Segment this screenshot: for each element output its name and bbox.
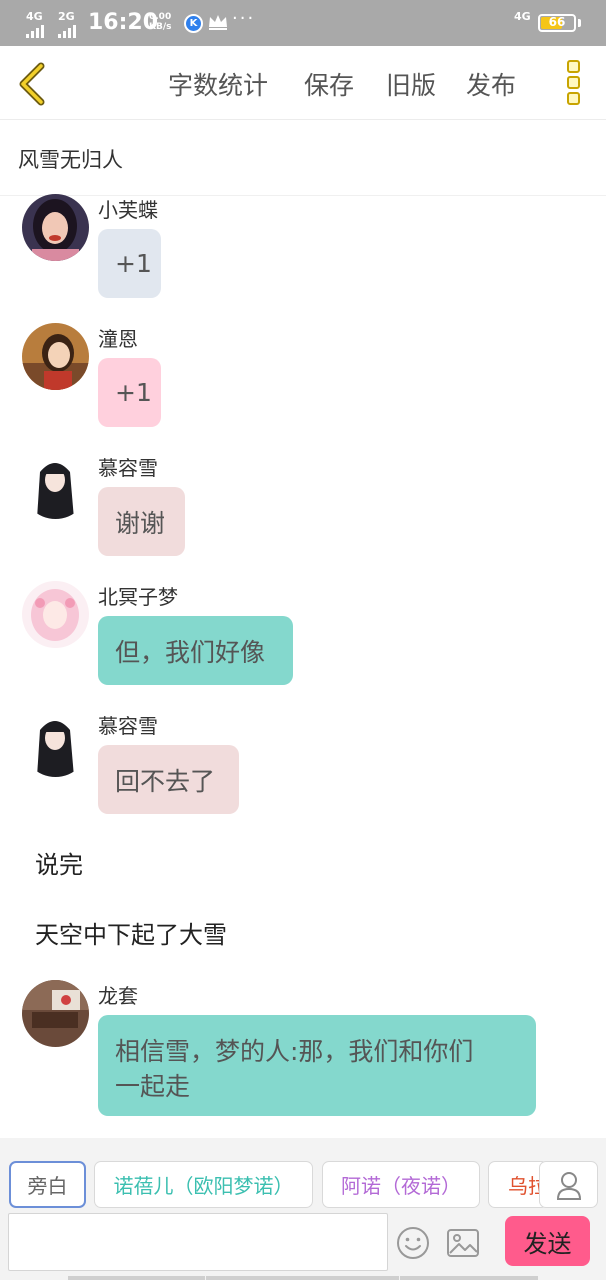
story-title[interactable]: 风雪无归人 xyxy=(18,144,123,174)
narration-text[interactable]: 天空中下起了大雪 xyxy=(35,915,227,950)
avatar[interactable] xyxy=(22,710,89,777)
editor-toolbar: 字数统计 保存 旧版 发布 xyxy=(0,46,606,120)
speaker-name: 潼恩 xyxy=(98,327,138,351)
role-chip-narrator[interactable]: 旁白 xyxy=(9,1161,86,1208)
avatar[interactable] xyxy=(22,980,89,1047)
k-app-icon: K xyxy=(184,14,203,33)
avatar[interactable] xyxy=(22,581,89,648)
more-menu-icon[interactable] xyxy=(562,60,584,108)
divider xyxy=(0,195,606,196)
nav-hint-bar xyxy=(206,1276,399,1280)
speaker-name: 慕容雪 xyxy=(98,714,158,738)
crown-icon xyxy=(209,15,227,30)
speaker-name: 北冥子梦 xyxy=(98,585,178,609)
message-bubble[interactable]: +1 xyxy=(98,229,161,298)
message-bubble[interactable]: 但，我们好像 xyxy=(98,616,293,685)
save-button[interactable]: 保存 xyxy=(304,66,354,102)
speaker-name: 小芙蝶 xyxy=(98,198,158,222)
role-chip-ano[interactable]: 阿诺（夜诺） xyxy=(322,1161,480,1208)
speed-unit: KB/s xyxy=(149,22,172,32)
message-bubble[interactable]: 回不去了 xyxy=(98,745,239,814)
avatar[interactable] xyxy=(22,452,89,519)
battery-percent: 66 xyxy=(548,15,566,29)
status-bar: 4G 2G 16:20 0.00 KB/s K ··· 4G 66 xyxy=(0,0,606,46)
image-icon[interactable] xyxy=(446,1228,480,1258)
clock: 16:20 xyxy=(88,10,159,35)
word-count-button[interactable]: 字数统计 xyxy=(168,66,268,102)
narration-text[interactable]: 说完 xyxy=(35,845,83,880)
speaker-name: 龙套 xyxy=(98,984,138,1008)
signal-type-right: 4G xyxy=(514,10,531,23)
avatar[interactable] xyxy=(22,194,89,261)
speaker-name: 慕容雪 xyxy=(98,456,158,480)
person-icon[interactable] xyxy=(539,1161,598,1208)
signal-icon xyxy=(26,22,44,38)
message-input[interactable] xyxy=(8,1213,388,1271)
role-chip-noberl[interactable]: 诺蓓儿（欧阳梦诺） xyxy=(94,1161,313,1208)
battery-icon: 66 xyxy=(538,14,576,32)
message-bubble[interactable]: +1 xyxy=(98,358,161,427)
old-version-button[interactable]: 旧版 xyxy=(386,66,436,102)
avatar[interactable] xyxy=(22,323,89,390)
more-notifications-icon: ··· xyxy=(232,8,256,29)
message-line: 一起走 xyxy=(115,1072,191,1101)
message-bubble[interactable]: 谢谢 xyxy=(98,487,185,556)
message-line: 相信雪，梦的人:那，我们和你们 xyxy=(115,1037,474,1066)
battery-tip xyxy=(578,19,581,27)
speed-value: 0.00 xyxy=(149,12,172,22)
nav-hint-bar xyxy=(68,1276,205,1280)
network-speed: 0.00 KB/s xyxy=(149,12,171,32)
message-bubble[interactable]: 相信雪，梦的人:那，我们和你们 一起走 xyxy=(98,1015,536,1116)
publish-button[interactable]: 发布 xyxy=(466,66,516,102)
smiley-icon[interactable] xyxy=(396,1226,430,1260)
nav-hint-bar xyxy=(400,1276,538,1280)
back-button[interactable] xyxy=(14,62,50,106)
signal-icon xyxy=(58,22,76,38)
send-button[interactable]: 发送 xyxy=(505,1216,590,1266)
